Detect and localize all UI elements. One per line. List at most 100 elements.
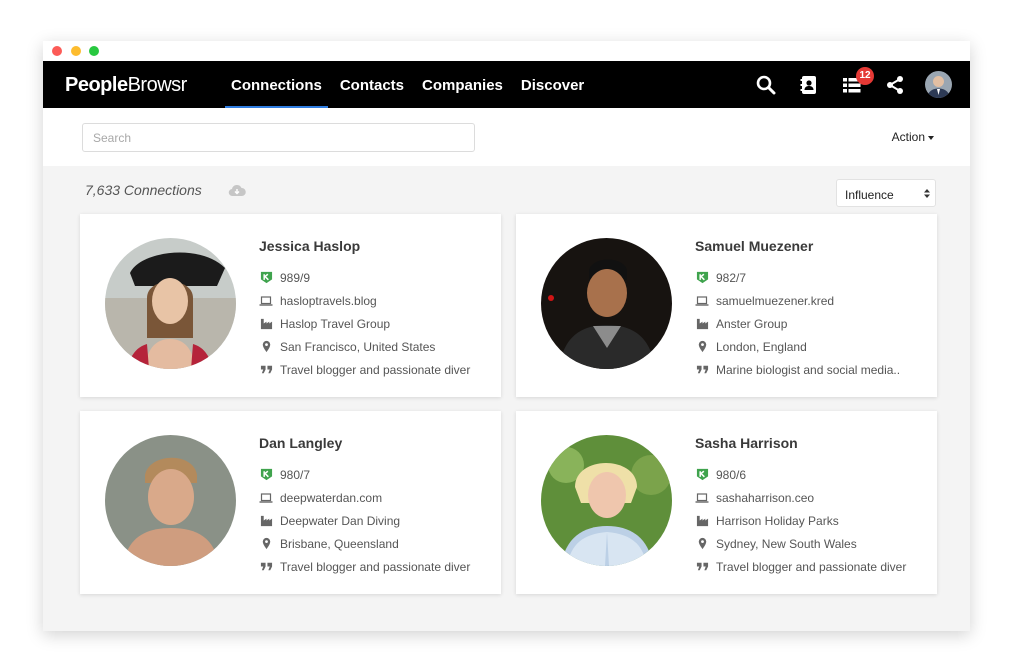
laptop-icon	[259, 491, 273, 505]
quote-icon	[695, 363, 709, 377]
tab-connections[interactable]: Connections	[225, 61, 328, 108]
quote-icon	[259, 560, 273, 574]
location-row: Brisbane, Queensland	[259, 532, 470, 555]
bio-row: Marine biologist and social media..	[695, 358, 900, 381]
notifications-list-icon[interactable]: 12	[840, 66, 874, 97]
person-photo[interactable]	[105, 238, 236, 369]
quote-icon	[695, 560, 709, 574]
action-dropdown[interactable]: Action	[892, 130, 934, 144]
laptop-icon	[695, 491, 709, 505]
map-pin-icon	[259, 340, 273, 354]
kred-score-row: 989/9	[259, 266, 470, 289]
bio-row: Travel blogger and passionate diver	[259, 358, 470, 381]
minimize-window-button[interactable]	[71, 46, 81, 56]
person-card[interactable]: Dan Langley 980/7 deepwaterdan.com Deepw…	[80, 411, 501, 594]
kred-score: 980/6	[716, 467, 747, 482]
person-name[interactable]: Sasha Harrison	[695, 435, 798, 451]
kred-score-row: 982/7	[695, 266, 900, 289]
quote-icon	[259, 363, 273, 377]
caret-down-icon	[928, 135, 934, 140]
person-photo[interactable]	[541, 435, 672, 566]
bio-text: Travel blogger and passionate diver	[280, 362, 471, 377]
map-pin-icon	[695, 537, 709, 551]
factory-icon	[259, 514, 273, 528]
cloud-download-icon[interactable]	[228, 184, 246, 202]
app-logo[interactable]: PeopleBrowsr	[65, 74, 187, 97]
kred-score: 980/7	[280, 467, 311, 482]
logo-bold-text: People	[65, 74, 128, 96]
bio-row: Travel blogger and passionate diver	[259, 555, 470, 578]
person-photo[interactable]	[541, 238, 672, 369]
location-text: Sydney, New South Wales	[716, 536, 857, 551]
person-name[interactable]: Dan Langley	[259, 435, 342, 451]
company-row: Harrison Holiday Parks	[695, 509, 906, 532]
website-link[interactable]: samuelmuezener.kred	[716, 294, 834, 308]
sort-selected-value: Influence	[845, 188, 894, 202]
map-pin-icon	[695, 340, 709, 354]
company-name: Haslop Travel Group	[280, 316, 391, 331]
maximize-window-button[interactable]	[89, 46, 99, 56]
search-toolbar: Action	[43, 108, 970, 166]
nav-tabs: Connections Contacts Companies Discover	[225, 61, 596, 108]
bio-text: Marine biologist and social media..	[716, 362, 901, 377]
kred-score: 989/9	[280, 270, 311, 285]
window-titlebar	[43, 41, 970, 61]
company-name: Harrison Holiday Parks	[716, 513, 839, 528]
user-avatar[interactable]	[925, 71, 952, 98]
location-text: London, England	[716, 339, 807, 354]
website-row: samuelmuezener.kred	[695, 289, 900, 312]
person-card[interactable]: Jessica Haslop 989/9 hasloptravels.blog …	[80, 214, 501, 397]
map-pin-icon	[259, 537, 273, 551]
website-link[interactable]: deepwaterdan.com	[280, 491, 382, 505]
laptop-icon	[259, 294, 273, 308]
website-row: hasloptravels.blog	[259, 289, 470, 312]
sort-select[interactable]: Influence	[836, 179, 936, 207]
company-name: Anster Group	[716, 316, 788, 331]
person-card[interactable]: Samuel Muezener 982/7 samuelmuezener.kre…	[516, 214, 937, 397]
location-text: Brisbane, Queensland	[280, 536, 399, 551]
notification-badge: 12	[856, 66, 874, 85]
close-window-button[interactable]	[52, 46, 62, 56]
kred-score: 982/7	[716, 270, 747, 285]
person-name[interactable]: Samuel Muezener	[695, 238, 813, 254]
factory-icon	[695, 514, 709, 528]
website-row: deepwaterdan.com	[259, 486, 470, 509]
contact-book-icon[interactable]	[797, 73, 821, 97]
company-row: Anster Group	[695, 312, 900, 335]
tab-companies[interactable]: Companies	[416, 61, 509, 108]
person-photo[interactable]	[105, 435, 236, 566]
kred-score-row: 980/7	[259, 463, 470, 486]
location-row: London, England	[695, 335, 900, 358]
nav-icons: 12	[735, 61, 952, 108]
kred-icon	[259, 468, 273, 482]
factory-icon	[695, 317, 709, 331]
person-card[interactable]: Sasha Harrison 980/6 sashaharrison.ceo H…	[516, 411, 937, 594]
person-details: 989/9 hasloptravels.blog Haslop Travel G…	[259, 266, 470, 381]
search-input[interactable]	[82, 123, 475, 152]
bio-text: Travel blogger and passionate diver	[716, 559, 907, 574]
website-link[interactable]: sashaharrison.ceo	[716, 491, 814, 505]
website-row: sashaharrison.ceo	[695, 486, 906, 509]
tab-discover[interactable]: Discover	[515, 61, 590, 108]
location-row: Sydney, New South Wales	[695, 532, 906, 555]
factory-icon	[259, 317, 273, 331]
person-details: 980/6 sashaharrison.ceo Harrison Holiday…	[695, 463, 906, 578]
company-row: Deepwater Dan Diving	[259, 509, 470, 532]
action-label: Action	[891, 130, 925, 144]
person-details: 980/7 deepwaterdan.com Deepwater Dan Div…	[259, 463, 470, 578]
company-row: Haslop Travel Group	[259, 312, 470, 335]
share-icon[interactable]	[883, 73, 907, 97]
kred-score-row: 980/6	[695, 463, 906, 486]
select-arrows-icon	[924, 188, 930, 202]
tab-contacts[interactable]: Contacts	[334, 61, 410, 108]
logo-light-text: Browsr	[127, 74, 188, 96]
bio-text: Travel blogger and passionate diver	[280, 559, 471, 574]
location-text: San Francisco, United States	[280, 339, 436, 354]
search-icon[interactable]	[754, 73, 778, 97]
top-navbar: PeopleBrowsr Connections Contacts Compan…	[43, 61, 970, 108]
person-name[interactable]: Jessica Haslop	[259, 238, 360, 254]
kred-icon	[695, 271, 709, 285]
location-row: San Francisco, United States	[259, 335, 470, 358]
website-link[interactable]: hasloptravels.blog	[280, 294, 377, 308]
kred-icon	[695, 468, 709, 482]
